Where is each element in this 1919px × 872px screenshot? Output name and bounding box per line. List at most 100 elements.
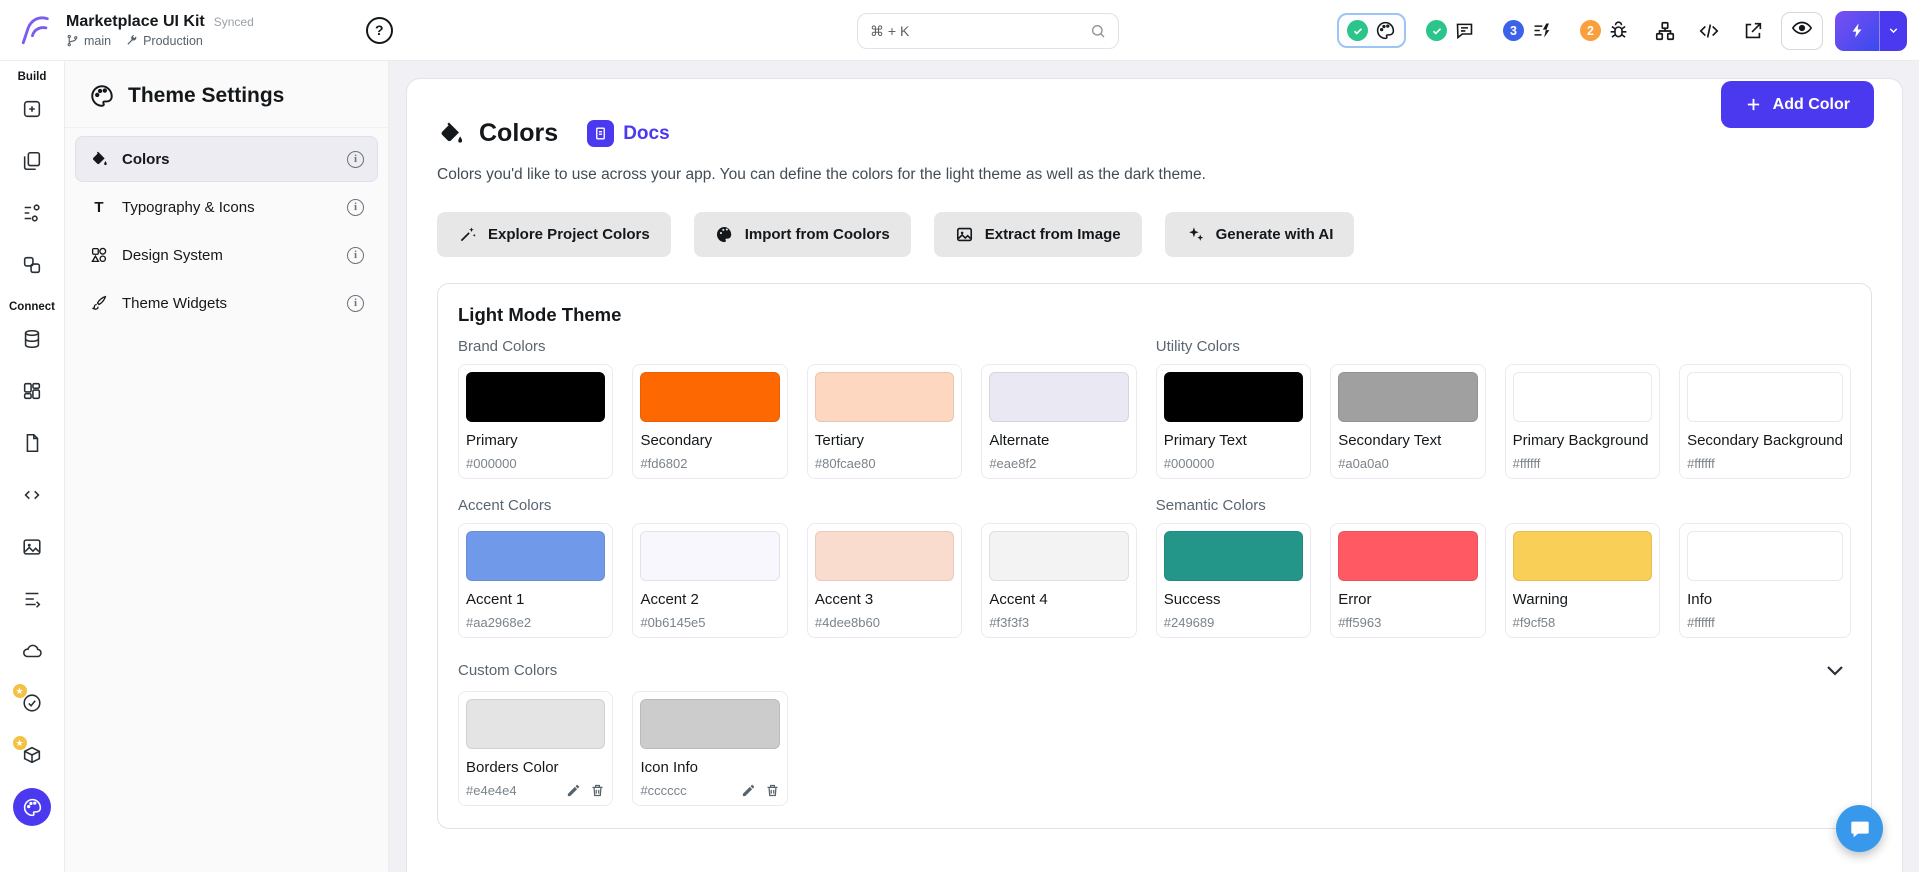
panel-item-typography[interactable]: Typography & Icons [75,184,378,230]
help-icon[interactable] [366,17,393,44]
chat-bubble-button[interactable] [1836,805,1883,852]
run-button[interactable] [1835,11,1907,51]
debug-status-button[interactable]: 2 [1572,15,1637,46]
color-tile-accent-3[interactable]: Accent 3 #4dee8b60 [807,523,962,638]
color-tile-icon-info[interactable]: Icon Info #cccccc [632,691,787,806]
rail-item-theme-settings[interactable] [0,781,65,833]
panel-item-design-system[interactable]: Design System [75,232,378,278]
info-icon[interactable] [347,295,364,312]
rail-item-media[interactable] [0,521,65,573]
delete-color-icon[interactable] [590,783,605,798]
color-tile-borders-color[interactable]: Borders Color #e4e4e4 [458,691,613,806]
colors-card: Colors Docs Add Color Colors you'd like … [406,78,1903,872]
color-tile-info[interactable]: Info #ffffff [1679,523,1851,638]
explore-project-colors-button[interactable]: Explore Project Colors [437,212,671,257]
generate-with-ai-button[interactable]: Generate with AI [1165,212,1355,257]
color-swatch [1338,531,1477,581]
color-swatch [1338,372,1477,422]
workflow-status-button[interactable]: 3 [1495,15,1560,46]
theme-brush-icon [1375,20,1396,41]
color-name: Primary Background [1513,432,1652,449]
preview-button[interactable] [1781,12,1823,50]
rail-item-data-flow[interactable] [0,573,65,625]
color-tile-success[interactable]: Success #249689 [1156,523,1311,638]
import-from-coolors-button[interactable]: Import from Coolors [694,212,911,257]
color-tile-warning[interactable]: Warning #f9cf58 [1505,523,1660,638]
color-tile-accent-2[interactable]: Accent 2 #0b6145e5 [632,523,787,638]
color-tile-tertiary[interactable]: Tertiary #80fcae80 [807,364,962,479]
color-tile-error[interactable]: Error #ff5963 [1330,523,1485,638]
color-tile-accent-1[interactable]: Accent 1 #aa2968e2 [458,523,613,638]
edit-color-icon[interactable] [566,783,581,798]
color-swatch [1164,372,1303,422]
run-options-chevron[interactable] [1879,11,1907,51]
star-badge [13,736,27,750]
rail-item-custom-code[interactable] [0,469,65,521]
info-icon[interactable] [347,247,364,264]
rail-item-widget-tree[interactable] [0,187,65,239]
color-tile-primary-background[interactable]: Primary Background #ffffff [1505,364,1660,479]
panel-item-colors[interactable]: Colors [75,136,378,182]
rail-item-packages[interactable] [0,729,65,781]
color-swatch [640,531,779,581]
environment-indicator[interactable]: Production [125,34,203,48]
project-info: Marketplace UI Kit Synced main Productio… [66,13,254,48]
light-mode-title: Light Mode Theme [458,304,1851,326]
rail-item-files[interactable] [0,417,65,469]
docs-label: Docs [623,123,669,145]
section-label-brand: Brand Colors [458,338,1137,355]
panel-item-theme-widgets[interactable]: Theme Widgets [75,280,378,326]
code-view-icon[interactable] [1693,15,1725,47]
color-tile-secondary[interactable]: Secondary #fd6802 [632,364,787,479]
add-color-button[interactable]: Add Color [1721,81,1874,128]
rail-item-components[interactable] [0,239,65,291]
branch-indicator[interactable]: main [66,34,111,48]
color-tile-primary[interactable]: Primary #000000 [458,364,613,479]
color-tile-primary-text[interactable]: Primary Text #000000 [1156,364,1311,479]
color-name: Success [1164,591,1303,608]
theme-settings-panel: Theme Settings Colors Typography & Icons… [65,61,389,872]
edit-color-icon[interactable] [741,783,756,798]
color-name: Secondary Text [1338,432,1477,449]
app-logo-icon[interactable] [14,8,58,52]
open-external-icon[interactable] [1737,15,1769,47]
action-label: Explore Project Colors [488,226,650,243]
color-hex: #4dee8b60 [815,615,880,630]
extract-from-image-button[interactable]: Extract from Image [934,212,1142,257]
collapse-custom-colors-icon[interactable] [1823,658,1847,682]
project-title: Marketplace UI Kit [66,13,205,31]
color-swatch [1164,531,1303,581]
color-tile-alternate[interactable]: Alternate #eae8f2 [981,364,1136,479]
automation-icon [1531,20,1552,41]
rail-item-database[interactable] [0,313,65,365]
color-name: Primary Text [1164,432,1303,449]
typography-icon [89,199,109,216]
color-tile-secondary-background[interactable]: Secondary Background #ffffff [1679,364,1851,479]
paint-bucket-icon [437,120,464,147]
delete-color-icon[interactable] [765,783,780,798]
docs-link[interactable]: Docs [587,120,669,147]
color-name: Primary [466,432,605,449]
rail-item-add-widget[interactable] [0,83,65,135]
theme-widgets-icon [89,294,109,312]
rail-item-dashboard[interactable] [0,365,65,417]
panel-item-label: Design System [122,247,223,264]
eye-icon [1791,17,1813,44]
color-hex: #000000 [466,456,517,471]
info-icon[interactable] [347,151,364,168]
lightning-icon[interactable] [1835,11,1879,51]
color-tile-secondary-text[interactable]: Secondary Text #a0a0a0 [1330,364,1485,479]
color-tile-accent-4[interactable]: Accent 4 #f3f3f3 [981,523,1136,638]
rail-item-checklist[interactable] [0,677,65,729]
search-shortcut-hint: ⌘ + K [870,23,909,40]
panel-title: Theme Settings [128,84,284,108]
info-icon[interactable] [347,199,364,216]
theme-status-button[interactable] [1337,13,1406,48]
rail-item-pages[interactable] [0,135,65,187]
color-swatch [466,531,605,581]
search-input[interactable]: ⌘ + K [857,13,1119,49]
comments-status-button[interactable] [1418,15,1483,46]
widget-tree-icon[interactable] [1649,15,1681,47]
color-name: Secondary [640,432,779,449]
rail-item-cloud[interactable] [0,625,65,677]
